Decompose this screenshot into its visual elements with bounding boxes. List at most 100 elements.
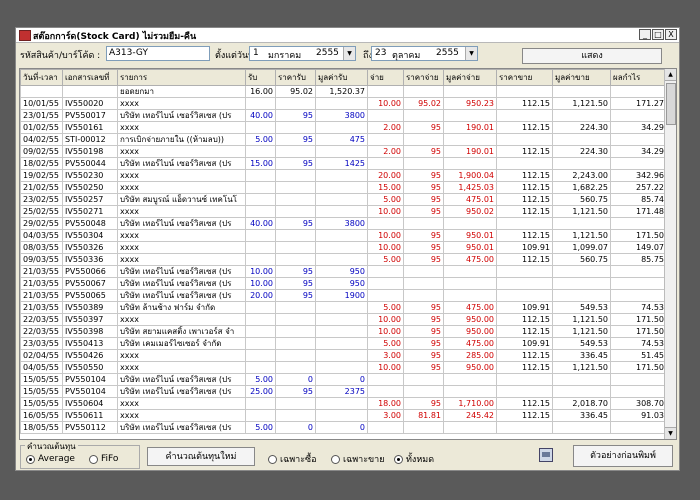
table-row[interactable]: ยอดยกมา 16.00 95.02 1,520.37	[20, 85, 667, 98]
table-row[interactable]: 18/02/55 PV550044 บริษัท เทอร์ไบน์ เซอร์วิ…	[20, 157, 667, 170]
column-header[interactable]: มูลค่าขาย	[552, 69, 611, 86]
table-cell	[443, 385, 497, 398]
table-row[interactable]: 01/02/55 IV550161 xxxx 2.00 95 190.01 112.15 22…	[20, 121, 667, 134]
table-cell: 04/02/55	[20, 133, 63, 146]
table-cell	[275, 301, 316, 314]
table-row[interactable]: 16/05/55 IV550611 xxxx 3.00 81.81 245.42 112.1…	[20, 409, 667, 422]
table-cell: 22/03/55	[20, 313, 63, 326]
chevron-down-icon[interactable]: ▼	[343, 47, 355, 60]
filter-buy-radio[interactable]: เฉพาะซื้อ	[268, 452, 317, 466]
table-row[interactable]: 29/02/55 PV550048 บริษัท เทอร์ไบน์ เซอร์วิ…	[20, 217, 667, 230]
column-header[interactable]: มูลค่ารับ	[315, 69, 368, 86]
table-cell	[275, 409, 316, 422]
column-header[interactable]: จ่าย	[367, 69, 404, 86]
table-row[interactable]: 21/03/55 PV550067 บริษัท เทอร์ไบน์ เซอร์วิ…	[20, 277, 667, 290]
scroll-up-icon[interactable]: ▲	[665, 69, 676, 81]
table-cell: 15.00	[245, 157, 276, 170]
minimize-button[interactable]: _	[639, 29, 651, 40]
column-header[interactable]: รับ	[245, 69, 276, 86]
table-row[interactable]: 15/05/55 PV550104 บริษัท เทอร์ไบน์ เซอร์วิ…	[20, 373, 667, 386]
table-cell: xxxx	[117, 397, 246, 410]
table-cell: 02/04/55	[20, 349, 63, 362]
table-row[interactable]: 15/05/55 PV550104 บริษัท เทอร์ไบน์ เซอร์วิ…	[20, 385, 667, 398]
scroll-down-icon[interactable]: ▼	[665, 427, 676, 439]
table-cell: 1,710.00	[443, 397, 497, 410]
table-cell: 95	[403, 301, 444, 314]
table-row[interactable]: 21/03/55 PV550066 บริษัท เทอร์ไบน์ เซอร์วิ…	[20, 265, 667, 278]
table-cell	[552, 373, 611, 386]
table-cell	[315, 97, 368, 110]
recalculate-cost-button[interactable]: คำนวณต้นทุนใหม่	[147, 447, 255, 466]
column-header[interactable]: รายการ	[117, 69, 246, 86]
table-cell	[245, 169, 276, 182]
table-row[interactable]: 23/02/55 IV550257 บริษัท สมบูรณ์ แอ็ดวานซ์…	[20, 193, 667, 206]
table-cell: 10.00	[367, 241, 404, 254]
table-cell: 112.15	[496, 253, 553, 266]
cost-calc-label: คำนวณต้นทุน	[25, 440, 78, 453]
filter-all-radio[interactable]: ทั้งหมด	[394, 452, 434, 466]
table-row[interactable]: 21/02/55 IV550250 xxxx 15.00 95 1,425.03 112.1…	[20, 181, 667, 194]
table-cell: 95	[275, 385, 316, 398]
table-cell: 95	[403, 229, 444, 242]
table-cell: บริษัท เทอร์ไบน์ เซอร์วิสเซส (ปร	[117, 157, 246, 170]
table-row[interactable]: 23/01/55 PV550017 บริษัท เทอร์ไบน์ เซอร์วิ…	[20, 109, 667, 122]
show-button[interactable]: แสดง	[522, 48, 662, 64]
table-cell: 224.30	[552, 145, 611, 158]
column-header[interactable]: เอกสารเลขที่	[62, 69, 118, 86]
table-row[interactable]: 02/04/55 IV550426 xxxx 3.00 95 285.00 112.15 33…	[20, 349, 667, 362]
table-row[interactable]: 23/03/55 IV550413 บริษัท เคมเมอร์ไซเซอร์ จ…	[20, 337, 667, 350]
close-button[interactable]: X	[665, 29, 677, 40]
table-cell: 95	[275, 289, 316, 302]
table-cell: IV550336	[62, 253, 118, 266]
table-row[interactable]: 15/05/55 IV550604 xxxx 18.00 95 1,710.00 112.1…	[20, 397, 667, 410]
table-row[interactable]: 18/05/55 PV550112 บริษัท เทอร์ไบน์ เซอร์วิ…	[20, 421, 667, 434]
table-cell: 112.15	[496, 169, 553, 182]
scroll-thumb[interactable]	[666, 83, 676, 125]
table-cell	[245, 301, 276, 314]
fifo-radio[interactable]: FiFo	[89, 454, 118, 464]
table-row[interactable]: 21/03/55 PV550065 บริษัท เทอร์ไบน์ เซอร์วิ…	[20, 289, 667, 302]
print-preview-button[interactable]: ตัวอย่างก่อนพิมพ์	[573, 445, 673, 467]
table-row[interactable]: 04/05/55 IV550550 xxxx 10.00 95 950.00 112.15 1…	[20, 361, 667, 374]
table-row[interactable]: 21/03/55 IV550389 บริษัท ล้านช้าง ฟาร์ม จำ…	[20, 301, 667, 314]
vertical-scrollbar[interactable]: ▲ ▼	[664, 69, 676, 439]
table-row[interactable]: 09/03/55 IV550336 xxxx 5.00 95 475.00 112.15 56…	[20, 253, 667, 266]
column-header[interactable]: ราคารับ	[275, 69, 316, 86]
table-cell	[403, 217, 444, 230]
to-month: ตุลาคม	[392, 51, 421, 61]
table-cell: 21/03/55	[20, 301, 63, 314]
column-header[interactable]: ผลกำไร	[610, 69, 667, 86]
table-row[interactable]: 10/01/55 IV550020 xxxx 10.00 95.02 950.23 112.…	[20, 97, 667, 110]
table-row[interactable]: 22/03/55 IV550397 xxxx 10.00 95 950.00 112.15 1…	[20, 313, 667, 326]
title-bar: สต๊อกการ์ด(Stock Card) ไม่รวมยืม-คืน _ □…	[16, 28, 679, 43]
print-icon[interactable]	[539, 448, 553, 462]
product-code-input[interactable]: A313-GY	[106, 46, 210, 61]
table-cell: 149.07	[610, 241, 667, 254]
table-cell: 950.01	[443, 241, 497, 254]
column-header[interactable]: ราคาขาย	[496, 69, 553, 86]
table-row[interactable]: 04/02/55 STI-00012 การเบิกจ่ายภายใน ((ห้าม…	[20, 133, 667, 146]
table-cell: 08/03/55	[20, 241, 63, 254]
table-cell: 85.75	[610, 253, 667, 266]
average-radio[interactable]: Average	[26, 454, 75, 464]
table-cell: 3800	[315, 109, 368, 122]
column-header[interactable]: ราคาจ่าย	[403, 69, 444, 86]
stock-card-grid[interactable]: วันที่-เวลา เอกสารเลขที่ รายการ รับ ราคารับม…	[19, 68, 677, 440]
chevron-down-icon[interactable]: ▼	[465, 47, 477, 60]
column-header[interactable]: วันที่-เวลา	[20, 69, 63, 86]
table-cell: ยอดยกมา	[117, 85, 246, 98]
maximize-button[interactable]: □	[652, 29, 664, 40]
table-row[interactable]: 09/02/55 IV550198 xxxx 2.00 95 190.01 112.15 22…	[20, 145, 667, 158]
table-row[interactable]: 04/03/55 IV550304 xxxx 10.00 95 950.01 112.15 1…	[20, 229, 667, 242]
table-row[interactable]: 19/02/55 IV550230 xxxx 20.00 95 1,900.04 112.1…	[20, 169, 667, 182]
table-row[interactable]: 25/02/55 IV550271 xxxx 10.00 95 950.02 112.15 1…	[20, 205, 667, 218]
to-date-picker[interactable]: 23 ตุลาคม 2555 ▼	[371, 46, 478, 61]
table-cell	[315, 205, 368, 218]
table-row[interactable]: 08/03/55 IV550326 xxxx 10.00 95 950.01 109.91 1…	[20, 241, 667, 254]
column-header[interactable]: มูลค่าจ่าย	[443, 69, 497, 86]
table-cell: บริษัท เทอร์ไบน์ เซอร์วิสเซส (ปร	[117, 385, 246, 398]
from-date-picker[interactable]: 1 มกราคม 2555 ▼	[249, 46, 356, 61]
filter-sell-radio[interactable]: เฉพาะขาย	[331, 452, 385, 466]
table-row[interactable]: 22/03/55 IV550398 บริษัท สยามแคสติ้ง เพาเว…	[20, 325, 667, 338]
table-cell: 950.01	[443, 229, 497, 242]
